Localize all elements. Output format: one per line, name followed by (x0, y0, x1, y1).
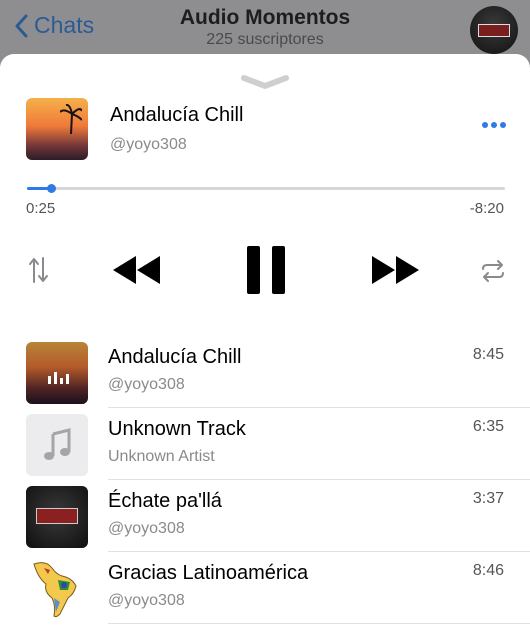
track-album-art (26, 342, 88, 404)
elapsed-time: 0:25 (26, 200, 56, 217)
progress-scrubber[interactable] (46, 184, 56, 193)
channel-header: Chats Audio Momentos 225 suscriptores (0, 0, 530, 62)
chevron-down-icon[interactable] (240, 74, 290, 90)
now-playing-artist: @yoyo308 (110, 136, 187, 153)
track-row[interactable]: Gracias Latinoamérica @yoyo308 8:46 (0, 552, 530, 624)
palm-tree-icon (60, 104, 82, 134)
fast-forward-icon[interactable] (370, 255, 420, 285)
rewind-icon[interactable] (112, 255, 162, 285)
latin-america-map-icon (33, 562, 77, 618)
track-album-art (26, 414, 88, 476)
divider (108, 623, 530, 624)
now-playing-bars-icon (48, 372, 69, 384)
remaining-time: -8:20 (469, 200, 504, 217)
now-playing-title: Andalucía Chill (110, 104, 244, 126)
track-row[interactable]: Andalucía Chill @yoyo308 8:45 (0, 336, 530, 408)
audio-momentos-logo (478, 24, 510, 37)
track-title: Échate pa'llá (108, 490, 222, 512)
more-options-icon[interactable] (482, 122, 506, 128)
track-duration: 3:37 (472, 490, 504, 507)
reorder-icon[interactable] (28, 256, 50, 284)
track-artist: @yoyo308 (108, 592, 185, 609)
track-row[interactable]: Échate pa'llá @yoyo308 3:37 (0, 480, 530, 552)
track-duration: 6:35 (472, 418, 504, 435)
track-duration: 8:46 (472, 562, 504, 579)
progress-bar[interactable] (27, 184, 505, 193)
track-album-art (26, 558, 88, 620)
track-artist: @yoyo308 (108, 520, 185, 537)
channel-title: Audio Momentos (179, 6, 351, 29)
repeat-icon[interactable] (480, 260, 506, 282)
track-artist: Unknown Artist (108, 448, 215, 465)
now-playing-album-art (26, 98, 88, 160)
track-title: Andalucía Chill (108, 346, 242, 368)
subscriber-count: 225 suscriptores (206, 31, 324, 48)
audio-momentos-logo (36, 508, 78, 524)
track-title: Gracias Latinoamérica (108, 562, 309, 584)
channel-avatar[interactable] (470, 6, 518, 54)
track-title: Unknown Track (108, 418, 246, 440)
track-album-art (26, 486, 88, 548)
channel-title-block[interactable]: Audio Momentos 225 suscriptores (0, 6, 530, 49)
track-duration: 8:45 (472, 346, 504, 363)
music-note-icon (44, 428, 71, 460)
track-row[interactable]: Unknown Track Unknown Artist 6:35 (0, 408, 530, 480)
track-artist: @yoyo308 (108, 376, 185, 393)
pause-icon[interactable] (247, 246, 285, 294)
